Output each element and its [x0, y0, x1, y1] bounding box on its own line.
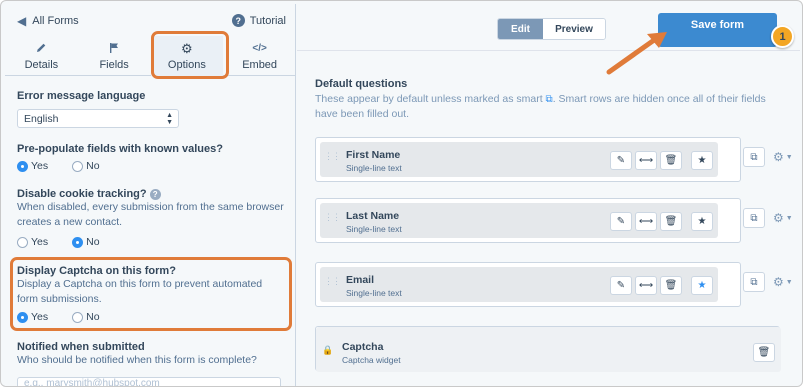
app-window: ◀ All Forms ? Tutorial Details Fields ⚙ …: [0, 0, 803, 387]
pencil-icon: [35, 42, 47, 56]
edit-field-pencil-icon[interactable]: ✎: [610, 276, 632, 295]
smart-row-icon[interactable]: ⧉: [743, 147, 765, 167]
cookie-tracking-label-text: Disable cookie tracking?: [17, 188, 147, 200]
cookie-yes-radio[interactable]: Yes: [17, 236, 48, 248]
back-label: All Forms: [32, 15, 79, 27]
delete-field-trash-icon[interactable]: 🗑: [660, 151, 682, 170]
edit-field-pencil-icon[interactable]: ✎: [610, 151, 632, 170]
cookie-no-label: No: [86, 236, 100, 248]
prepopulate-yes-label: Yes: [31, 160, 49, 172]
captcha-option-highlight: [10, 257, 292, 331]
row-settings-gear-icon[interactable]: ⚙ ▼: [773, 211, 793, 225]
prepopulate-no-radio[interactable]: No: [72, 160, 100, 172]
field-row[interactable]: ⋮⋮ Last Name Single-line text ✎ ⟷ 🗑 ★ ⧉ …: [315, 198, 793, 243]
select-carets-icon: ▲ ▼: [166, 112, 173, 126]
delete-field-trash-icon[interactable]: 🗑: [660, 276, 682, 295]
save-form-button[interactable]: Save form: [658, 13, 777, 47]
sidebar-header: ◀ All Forms ? Tutorial: [5, 4, 296, 36]
tab-details[interactable]: Details: [5, 36, 78, 76]
tab-embed[interactable]: </> Embed: [223, 36, 296, 76]
drag-handle-icon[interactable]: ⋮⋮: [324, 213, 341, 222]
annotation-arrow-icon: [606, 32, 667, 75]
drag-handle-icon[interactable]: ⋮⋮: [324, 152, 341, 161]
captcha-field-type: Captcha widget: [342, 355, 401, 365]
error-language-label: Error message language: [17, 90, 146, 102]
tutorial-link[interactable]: ? Tutorial: [231, 14, 286, 27]
prepopulate-yes-radio[interactable]: Yes: [17, 160, 48, 172]
notified-help: Who should be notified when this form is…: [17, 354, 257, 366]
field-name: Email: [346, 274, 375, 286]
drag-handle-icon[interactable]: ⋮⋮: [324, 277, 341, 286]
required-star-icon[interactable]: ★: [691, 212, 713, 231]
tab-details-label: Details: [24, 58, 59, 71]
row-settings-gear-icon[interactable]: ⚙ ▼: [773, 275, 793, 289]
smart-row-icon[interactable]: ⧉: [743, 208, 765, 228]
resize-field-arrows-icon[interactable]: ⟷: [635, 212, 657, 231]
tab-fields-label: Fields: [99, 58, 129, 71]
prepopulate-no-label: No: [86, 160, 100, 172]
field-type: Single-line text: [346, 224, 402, 234]
help-icon[interactable]: ?: [149, 189, 161, 200]
prepopulate-label: Pre-populate fields with known values?: [17, 143, 223, 155]
tab-fields[interactable]: Fields: [78, 36, 151, 76]
radio-unchecked-icon: [17, 236, 28, 248]
notified-group: Notified when submitted Who should be no…: [17, 341, 287, 386]
question-icon: ?: [231, 14, 245, 27]
error-language-group: Error message language English ▲ ▼: [17, 90, 179, 128]
error-language-value: English: [24, 112, 59, 125]
delete-captcha-trash-icon[interactable]: 🗑: [753, 343, 775, 362]
required-star-icon[interactable]: ★: [691, 276, 713, 295]
field-card: ⋮⋮ Email Single-line text ✎ ⟷ 🗑 ★: [315, 262, 741, 307]
default-questions-title: Default questions: [315, 78, 408, 90]
back-arrow-icon: ◀: [17, 14, 27, 28]
preview-button[interactable]: Preview: [543, 19, 605, 39]
cookie-tracking-help: When disabled, every submission from the…: [17, 201, 284, 228]
prepopulate-group: Pre-populate fields with known values? Y…: [17, 143, 223, 172]
captcha-field-row: 🔒 Captcha Captcha widget 🗑: [315, 326, 781, 372]
field-name: First Name: [346, 149, 401, 161]
edit-preview-toggle: Edit Preview: [497, 18, 606, 40]
tutorial-label: Tutorial: [249, 14, 286, 27]
field-row[interactable]: ⋮⋮ Email Single-line text ✎ ⟷ 🗑 ★ ⧉ ⚙ ▼: [315, 262, 793, 307]
field-card: ⋮⋮ First Name Single-line text ✎ ⟷ 🗑 ★: [315, 137, 741, 182]
cookie-tracking-label: Disable cookie tracking? ?: [17, 188, 287, 200]
options-tab-highlight: [151, 31, 229, 79]
resize-field-arrows-icon[interactable]: ⟷: [635, 276, 657, 295]
tab-embed-label: Embed: [242, 58, 278, 71]
lock-icon: 🔒: [322, 345, 334, 355]
smart-icon: ⧉: [545, 94, 553, 105]
cookie-yes-label: Yes: [31, 236, 49, 248]
field-type: Single-line text: [346, 288, 402, 298]
field-card: ⋮⋮ Last Name Single-line text ✎ ⟷ 🗑 ★: [315, 198, 741, 243]
radio-unchecked-icon: [72, 160, 84, 172]
radio-checked-icon: [17, 160, 28, 172]
notified-label: Notified when submitted: [17, 341, 145, 353]
field-row[interactable]: ⋮⋮ First Name Single-line text ✎ ⟷ 🗑 ★ ⧉…: [315, 137, 793, 182]
notified-email-input[interactable]: e.g., marysmith@hubspot.com: [17, 377, 281, 386]
form-editor: Edit Preview Save form 1 Default questio…: [297, 4, 800, 386]
radio-checked-icon: [72, 236, 84, 248]
default-questions-description: These appear by default unless marked as…: [315, 92, 785, 121]
editor-toolbar: Edit Preview Save form 1: [297, 4, 800, 75]
edit-button[interactable]: Edit: [498, 19, 543, 39]
smart-row-icon[interactable]: ⧉: [743, 272, 765, 292]
field-name: Last Name: [346, 210, 400, 222]
back-to-all-forms-link[interactable]: ◀ All Forms: [17, 14, 79, 28]
required-star-icon[interactable]: ★: [691, 151, 713, 170]
resize-field-arrows-icon[interactable]: ⟷: [635, 151, 657, 170]
field-type: Single-line text: [346, 163, 402, 173]
cookie-tracking-group: Disable cookie tracking? ? When disabled…: [17, 188, 287, 248]
desc-part-a: These appear by default unless marked as…: [315, 93, 543, 105]
cookie-no-radio[interactable]: No: [72, 236, 100, 248]
edit-field-pencil-icon[interactable]: ✎: [610, 212, 632, 231]
code-icon: </>: [252, 42, 267, 54]
delete-field-trash-icon[interactable]: 🗑: [660, 212, 682, 231]
flag-icon: [108, 42, 120, 56]
row-settings-gear-icon[interactable]: ⚙ ▼: [773, 150, 793, 164]
captcha-field-name: Captcha: [342, 341, 384, 353]
error-language-select[interactable]: English ▲ ▼: [17, 109, 179, 128]
step-badge: 1: [771, 25, 794, 48]
